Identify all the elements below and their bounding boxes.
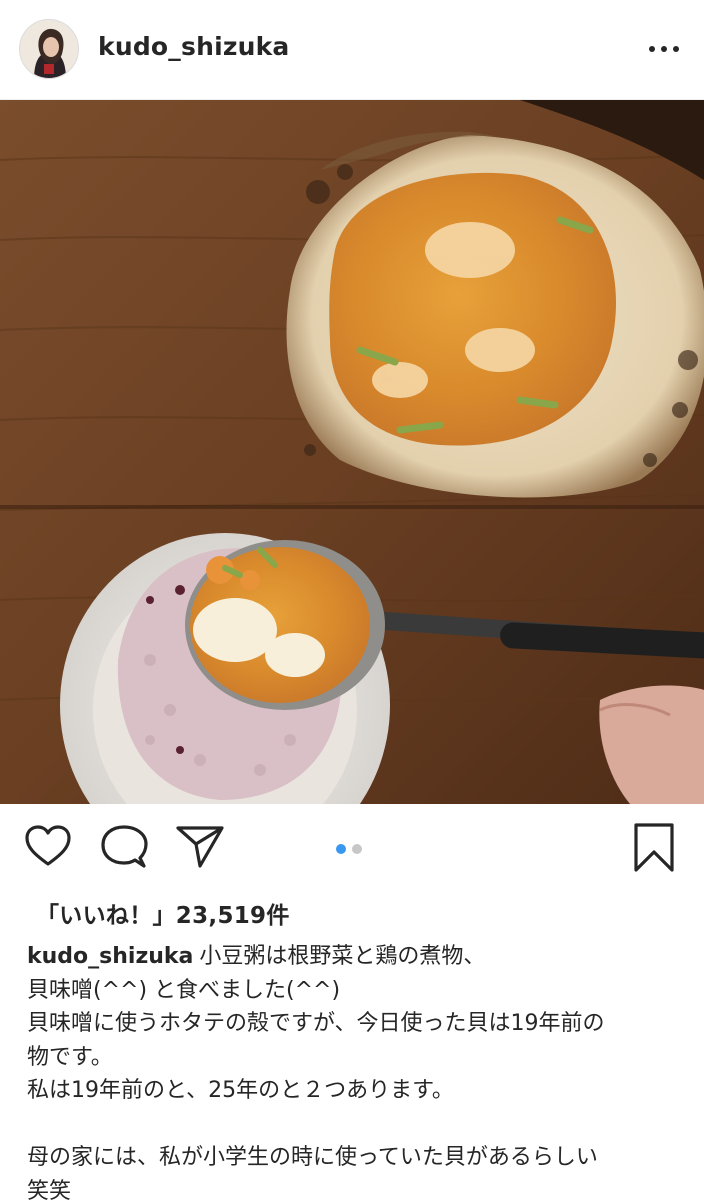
heart-icon bbox=[25, 825, 71, 866]
more-dot bbox=[673, 46, 679, 52]
more-horizontal-icon bbox=[649, 46, 655, 52]
food-photo bbox=[0, 100, 704, 804]
carousel-dot bbox=[352, 844, 362, 854]
caption-username[interactable]: kudo_shizuka bbox=[27, 944, 193, 969]
post-header: kudo_shizuka bbox=[0, 0, 704, 100]
post-username[interactable]: kudo_shizuka bbox=[98, 32, 290, 61]
caption-line: 笑笑 bbox=[27, 1178, 72, 1200]
caption-blank-line bbox=[27, 1108, 687, 1142]
caption-line: kudo_shizuka 小豆粥は根野菜と鶏の煮物、 bbox=[27, 940, 687, 974]
comment-button[interactable] bbox=[100, 824, 148, 874]
caption-line: 貝味噌(^^) と食べました(^^) bbox=[27, 977, 341, 1003]
share-button[interactable] bbox=[176, 824, 224, 872]
bookmark-icon bbox=[634, 823, 674, 872]
paper-plane-icon bbox=[176, 826, 224, 868]
carousel-dot-active bbox=[336, 844, 346, 854]
more-dot bbox=[661, 46, 667, 52]
comment-icon bbox=[101, 825, 148, 868]
post-photo[interactable] bbox=[0, 100, 704, 804]
avatar[interactable] bbox=[19, 19, 79, 79]
caption: kudo_shizuka 小豆粥は根野菜と鶏の煮物、 貝味噌(^^) と食べました… bbox=[27, 940, 687, 1200]
caption-text: 小豆粥は根野菜と鶏の煮物、 bbox=[199, 944, 486, 969]
likes-count[interactable]: 「いいね！」23,519件 bbox=[36, 896, 290, 930]
caption-line: 私は19年前のと、25年のと２つあります。 bbox=[27, 1078, 454, 1103]
caption-line: 貝味噌に使うホタテの殻ですが、今日使った貝は19年前の bbox=[27, 1011, 605, 1036]
avatar-image bbox=[20, 20, 78, 78]
more-options-button[interactable] bbox=[640, 34, 688, 64]
caption-line: 物です。 bbox=[27, 1044, 113, 1070]
caption-line: 母の家には、私が小学生の時に使っていた貝があるらしい bbox=[27, 1145, 598, 1170]
save-button[interactable] bbox=[632, 822, 676, 878]
like-button[interactable] bbox=[24, 824, 72, 872]
carousel-indicator bbox=[336, 844, 362, 854]
